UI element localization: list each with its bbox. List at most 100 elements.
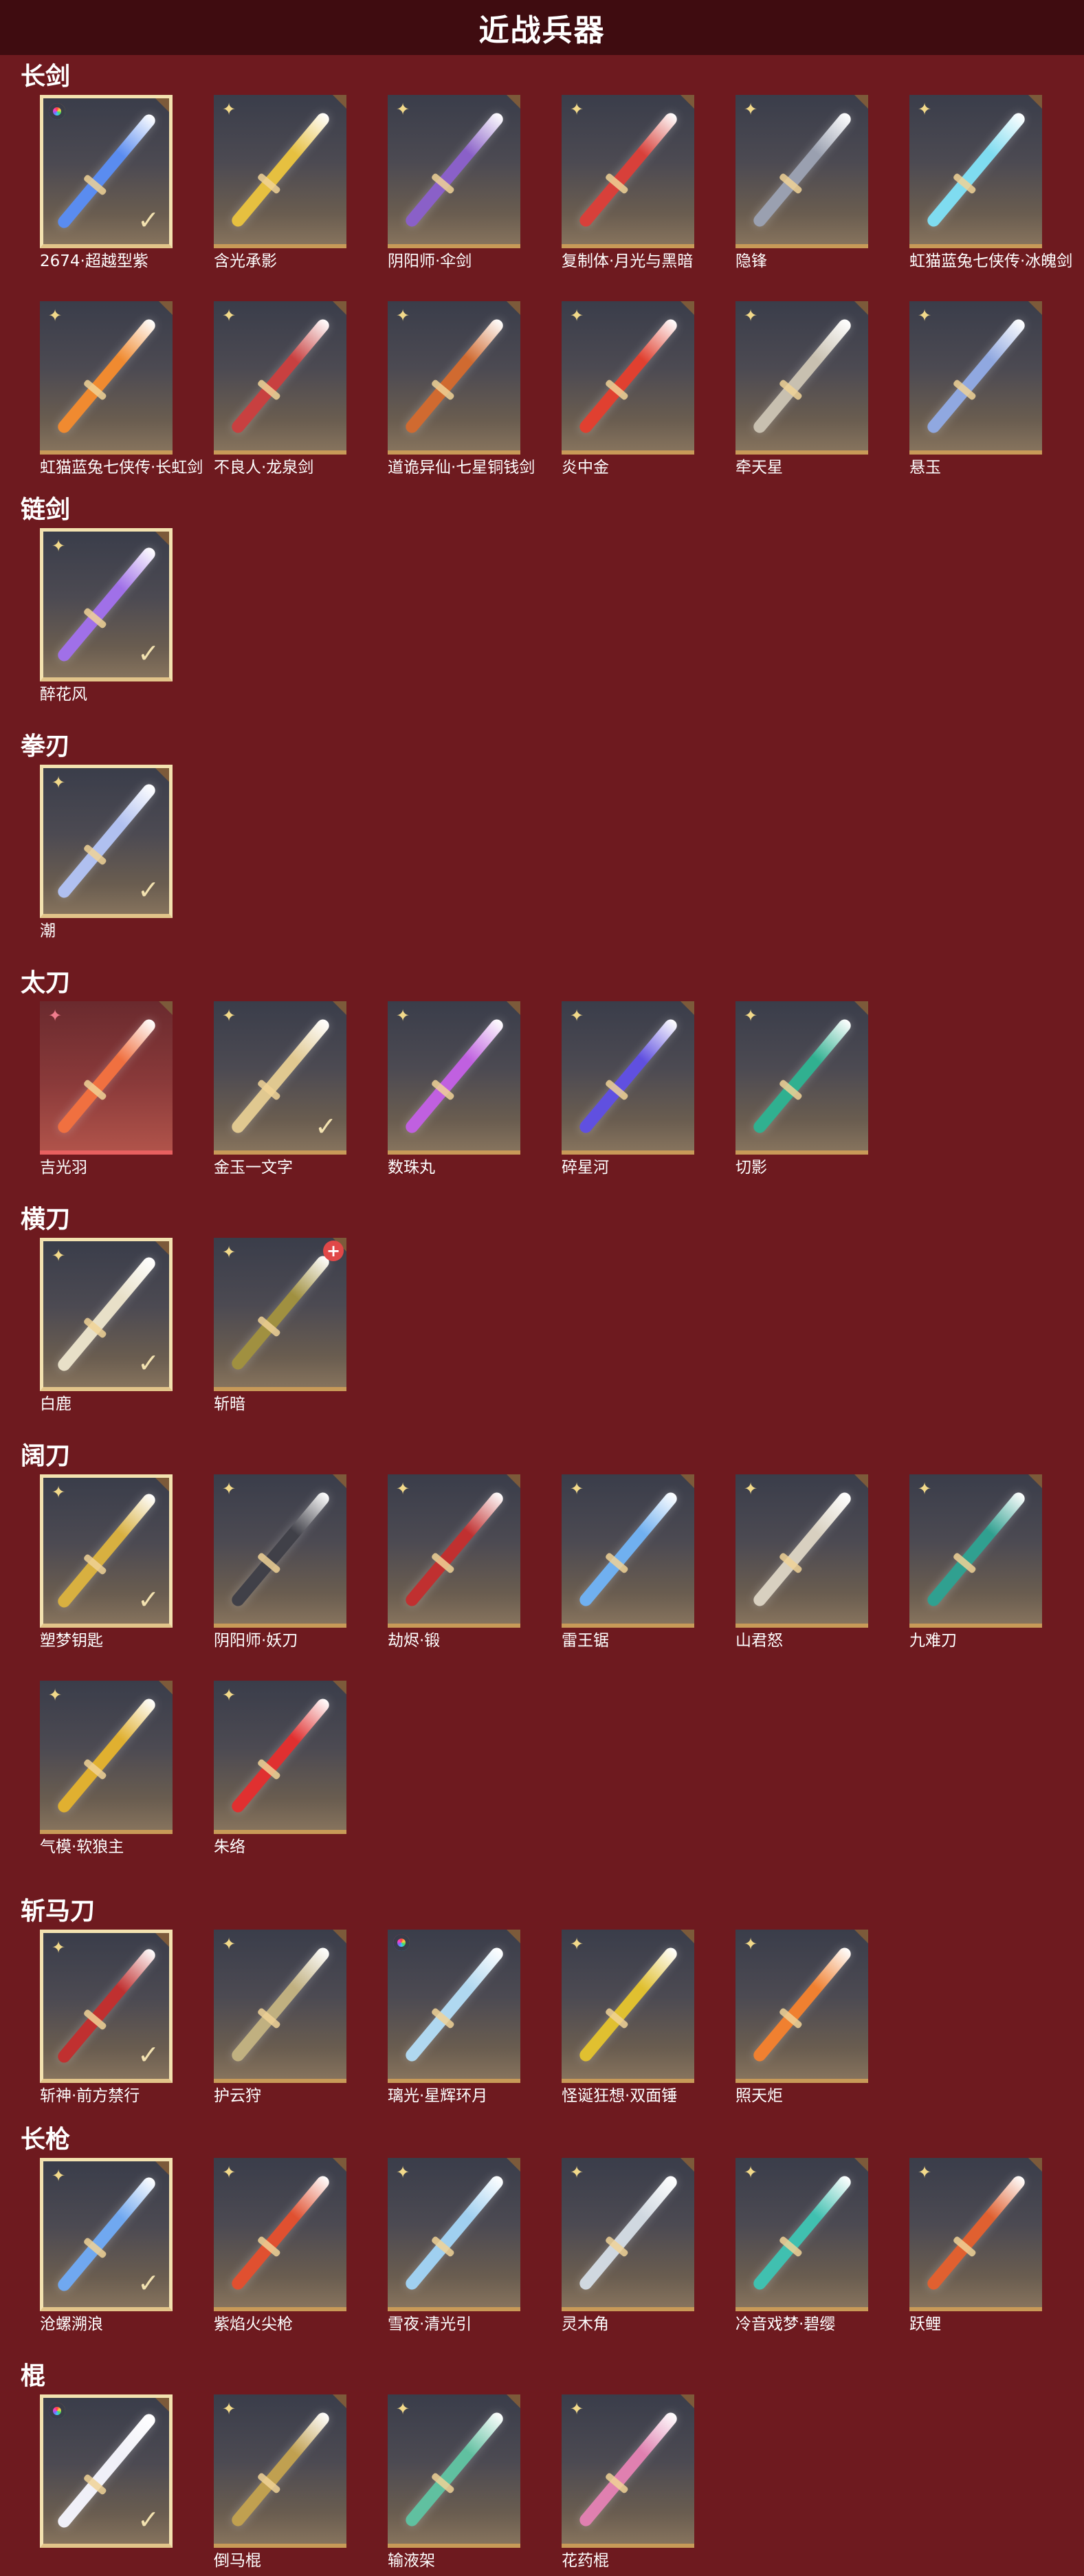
weapon-thumbnail[interactable]: ✦	[40, 1001, 173, 1155]
weapon-thumbnail[interactable]: ✦	[40, 1681, 173, 1834]
weapon-card[interactable]: ✦ 牵天星	[735, 301, 868, 477]
weapon-thumbnail[interactable]: ✦ ✓	[40, 1238, 173, 1391]
flower-icon: ✦	[917, 1479, 932, 1498]
weapon-card[interactable]: ✦ 花药棍	[562, 2394, 694, 2570]
weapon-thumbnail[interactable]: ✦	[388, 301, 520, 455]
weapon-card[interactable]: ✦ ✓ 醉花风	[40, 528, 173, 703]
weapon-card[interactable]: ✦ 数珠丸	[388, 1001, 520, 1177]
weapon-card[interactable]: ✦ 朱络	[214, 1681, 346, 1856]
weapon-thumbnail[interactable]: ✦	[214, 2394, 346, 2548]
flower-icon: ✦	[221, 2163, 236, 2182]
weapon-card[interactable]: ✦ 冷音戏梦·碧缨	[735, 2158, 868, 2333]
weapon-card[interactable]: ✓ 2674·超越型紫	[40, 95, 173, 270]
weapon-thumbnail[interactable]: ✦ ✓	[40, 528, 173, 681]
weapon-name: 切影	[735, 1159, 767, 1177]
weapon-card[interactable]: ✦ 悬玉	[909, 301, 1042, 477]
flower-icon: ✦	[51, 1483, 66, 1502]
weapon-card[interactable]: ✦ 隐锋	[735, 95, 868, 270]
weapon-thumbnail[interactable]: ✦	[214, 2158, 346, 2311]
weapon-thumbnail[interactable]: ✦	[388, 1474, 520, 1628]
weapon-card[interactable]: ✦ 山君怒	[735, 1474, 868, 1650]
weapon-card[interactable]: ✦ 切影	[735, 1001, 868, 1177]
weapon-card[interactable]: ✦ ✓ 塑梦钥匙	[40, 1474, 173, 1650]
weapon-thumbnail[interactable]: ✦	[735, 301, 868, 455]
weapon-thumbnail[interactable]: ✦	[214, 95, 346, 248]
weapon-thumbnail[interactable]: ✦ ✓	[40, 1930, 173, 2083]
weapon-card[interactable]: ✦ 紫焰火尖枪	[214, 2158, 346, 2333]
weapon-thumbnail[interactable]	[388, 1930, 520, 2083]
weapon-card[interactable]: ✦ 劫烬·锻	[388, 1474, 520, 1650]
weapon-image	[229, 1253, 331, 1372]
weapon-thumbnail[interactable]: ✦	[735, 1930, 868, 2083]
weapon-card[interactable]: ✦ ✓ 斩神·前方禁行	[40, 1930, 173, 2105]
weapon-thumbnail[interactable]: ✦	[562, 1930, 694, 2083]
weapon-thumbnail[interactable]: ✓	[40, 2394, 173, 2548]
weapon-card[interactable]: ✦ 输液架	[388, 2394, 520, 2570]
weapon-thumbnail[interactable]: ✦	[735, 1001, 868, 1155]
weapon-card[interactable]: ✦ 道诡异仙·七星铜钱剑	[388, 301, 535, 477]
rainbow-ring-icon	[49, 103, 65, 120]
weapon-thumbnail[interactable]: ✓	[40, 95, 173, 248]
weapon-thumbnail[interactable]: ✦	[388, 95, 520, 248]
weapon-card[interactable]: ✦ 阴阳师·伞剑	[388, 95, 520, 270]
weapon-thumbnail[interactable]: ✦	[40, 301, 173, 455]
weapon-thumbnail[interactable]: ✦	[562, 2158, 694, 2311]
weapon-card[interactable]: ✦ 复制体·月光与黑暗	[562, 95, 694, 270]
flower-icon: ✦	[569, 2399, 584, 2419]
weapon-thumbnail[interactable]: ✦	[388, 2394, 520, 2548]
weapon-card[interactable]: ✦ 雪夜·清光引	[388, 2158, 520, 2333]
weapon-thumbnail[interactable]: ✦	[909, 95, 1042, 248]
weapon-thumbnail[interactable]: ✦	[909, 2158, 1042, 2311]
corner-fold-icon	[333, 1001, 346, 1015]
weapon-thumbnail[interactable]: ✦	[562, 1474, 694, 1628]
weapon-thumbnail[interactable]: ✦	[214, 1681, 346, 1834]
weapon-thumbnail[interactable]: ✦	[909, 1474, 1042, 1628]
corner-fold-icon	[507, 2158, 520, 2172]
weapon-card[interactable]: ✦ 跃鲤	[909, 2158, 1042, 2333]
weapon-thumbnail[interactable]: ✦	[735, 95, 868, 248]
weapon-card[interactable]: ✦ 虹猫蓝兔七侠传·冰魄剑	[909, 95, 1072, 270]
section-title: 横刀	[21, 1205, 71, 1234]
weapon-thumbnail[interactable]: ✦	[388, 1001, 520, 1155]
weapon-card[interactable]: ✦ 护云狩	[214, 1930, 346, 2105]
weapon-card[interactable]: ✦ ✓ 沧螺溯浪	[40, 2158, 173, 2333]
weapon-card[interactable]: ✓	[40, 2394, 173, 2551]
corner-fold-icon	[1028, 2158, 1042, 2172]
weapon-thumbnail[interactable]: ✦ ✓	[40, 765, 173, 918]
weapon-thumbnail[interactable]: ✦	[214, 1930, 346, 2083]
weapon-card[interactable]: ✦ + 斩暗	[214, 1238, 346, 1413]
weapon-card[interactable]: ✦ 碎星河	[562, 1001, 694, 1177]
weapon-thumbnail[interactable]: ✦ ✓	[40, 1474, 173, 1628]
weapon-thumbnail[interactable]: ✦	[388, 2158, 520, 2311]
weapon-card[interactable]: ✦ ✓ 白鹿	[40, 1238, 173, 1413]
weapon-card[interactable]: ✦ 炎中金	[562, 301, 694, 477]
weapon-thumbnail[interactable]: ✦ ✓	[214, 1001, 346, 1155]
weapon-card[interactable]: ✦ 怪诞狂想·双面锤	[562, 1930, 694, 2105]
weapon-thumbnail[interactable]: ✦ ✓	[40, 2158, 173, 2311]
weapon-card[interactable]: ✦ 雷王锯	[562, 1474, 694, 1650]
weapon-card[interactable]: ✦ 吉光羽	[40, 1001, 173, 1177]
weapon-card[interactable]: ✦ 倒马棍	[214, 2394, 346, 2570]
weapon-thumbnail[interactable]: ✦	[909, 301, 1042, 455]
weapon-card[interactable]: ✦ 阴阳师·妖刀	[214, 1474, 346, 1650]
weapon-thumbnail[interactable]: ✦	[562, 1001, 694, 1155]
weapon-card[interactable]: ✦ ✓ 金玉一文字	[214, 1001, 346, 1177]
weapon-card[interactable]: ✦ 气模·软狼主	[40, 1681, 173, 1856]
weapon-thumbnail[interactable]: ✦	[214, 301, 346, 455]
weapon-thumbnail[interactable]: ✦ +	[214, 1238, 346, 1391]
weapon-card[interactable]: ✦ 照天炬	[735, 1930, 868, 2105]
weapon-thumbnail[interactable]: ✦	[735, 2158, 868, 2311]
weapon-card[interactable]: ✦ 灵木角	[562, 2158, 694, 2333]
weapon-thumbnail[interactable]: ✦	[562, 301, 694, 455]
weapon-card[interactable]: ✦ 不良人·龙泉剑	[214, 301, 346, 477]
weapon-card[interactable]: ✦ 九难刀	[909, 1474, 1042, 1650]
weapon-card[interactable]: 璃光·星辉环月	[388, 1930, 520, 2105]
weapon-thumbnail[interactable]: ✦	[735, 1474, 868, 1628]
weapon-thumbnail[interactable]: ✦	[562, 95, 694, 248]
weapon-card[interactable]: ✦ 含光承影	[214, 95, 346, 270]
weapon-thumbnail[interactable]: ✦	[214, 1474, 346, 1628]
weapon-name: 塑梦钥匙	[40, 1632, 103, 1650]
weapon-card[interactable]: ✦ ✓ 潮	[40, 765, 173, 940]
weapon-card[interactable]: ✦ 虹猫蓝兔七侠传·长虹剑	[40, 301, 203, 477]
weapon-thumbnail[interactable]: ✦	[562, 2394, 694, 2548]
